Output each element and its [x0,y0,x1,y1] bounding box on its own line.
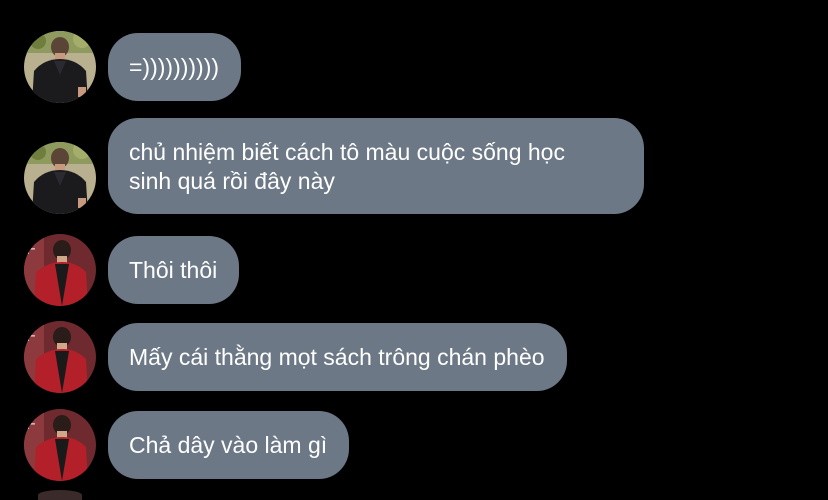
svg-text:F: F [26,241,36,258]
avatar[interactable]: F [24,321,96,393]
message-row: F Chả dây vào làm gì [24,409,350,481]
message-row: =)))))))))) [24,31,242,103]
avatar[interactable]: F [24,234,96,306]
avatar[interactable] [24,142,96,214]
avatar[interactable] [24,31,96,103]
svg-text:F: F [26,416,36,433]
message-text: =)))))))))) [129,53,220,80]
message-bubble[interactable]: Thôi thôi [108,236,240,304]
message-bubble[interactable]: Chả dây vào làm gì [108,411,350,479]
message-bubble[interactable]: chủ nhiệm biết cách tô màu cuộc sống học… [108,118,644,214]
chat-thread: =)))))))))) chủ nhiệm biết cách tô màu c… [0,0,828,500]
avatar[interactable]: F [24,409,96,481]
message-text: Thôi thôi [129,256,218,283]
message-row: F Mấy cái thằng mọt sách trông chán phèo [24,321,567,393]
svg-text:F: F [26,328,36,345]
avatar [38,490,82,500]
message-bubble[interactable]: Mấy cái thằng mọt sách trông chán phèo [108,323,567,391]
message-row: chủ nhiệm biết cách tô màu cuộc sống học… [24,118,644,214]
message-text: chủ nhiệm biết cách tô màu cuộc sống học… [129,139,565,194]
message-text: Mấy cái thằng mọt sách trông chán phèo [129,343,545,370]
message-text: Chả dây vào làm gì [129,431,328,458]
message-bubble[interactable]: =)))))))))) [108,33,242,101]
message-row: F Thôi thôi [24,234,240,306]
